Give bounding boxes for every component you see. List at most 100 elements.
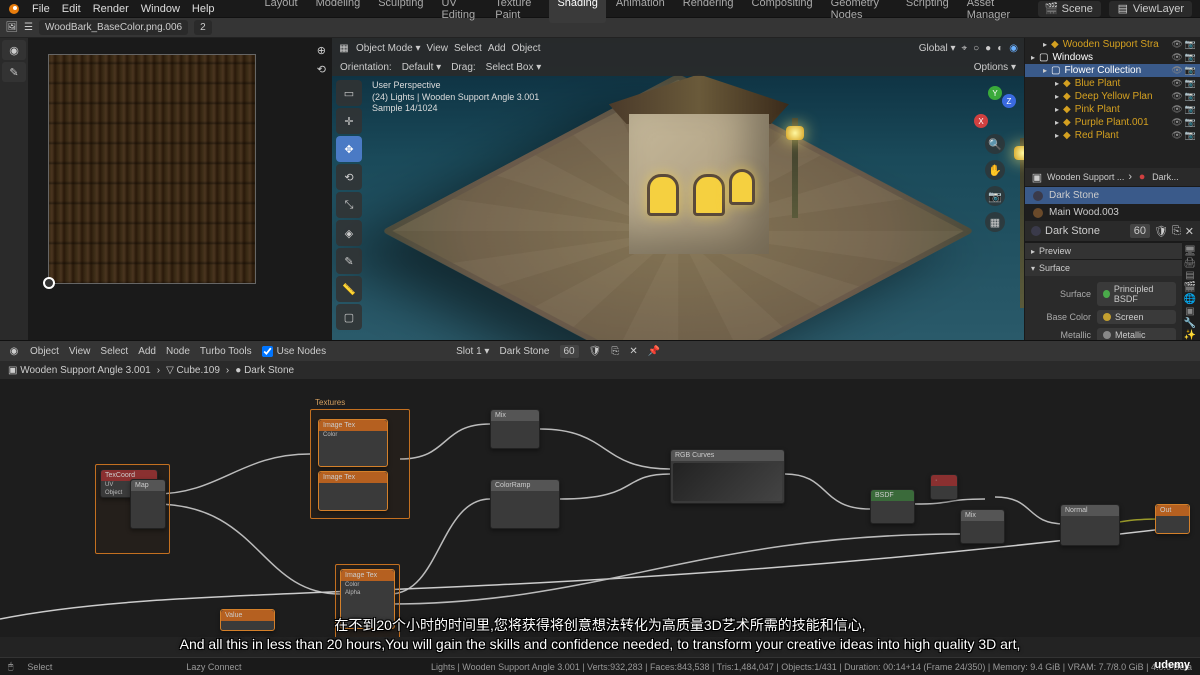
tool-transform[interactable]: ◈ xyxy=(336,220,362,246)
image-menu-toggle[interactable]: ☰ xyxy=(24,22,33,33)
tab-asset[interactable]: Asset Manager xyxy=(959,0,1026,23)
tool-measure[interactable]: 📏 xyxy=(336,276,362,302)
image-filename[interactable]: WoodBark_BaseColor.png.006 xyxy=(39,20,188,35)
node-mix-shader[interactable]: Mix xyxy=(960,509,1005,544)
outliner-row[interactable]: ▸▢Flower Collection👁📷 xyxy=(1025,64,1200,77)
shading-solid-icon[interactable]: ● xyxy=(985,43,991,54)
bc-mesh[interactable]: ▽ Cube.109 xyxy=(166,365,220,376)
render-icon[interactable]: 📷 xyxy=(1185,104,1196,115)
node-imgtex-3[interactable]: Image TexColorAlpha xyxy=(340,569,395,629)
eye-icon[interactable]: 👁 xyxy=(1171,91,1182,102)
material-select[interactable]: Dark Stone xyxy=(499,346,549,357)
material-slot[interactable]: Main Wood.003 xyxy=(1025,204,1200,221)
tool-sample[interactable]: ◉ xyxy=(2,40,26,60)
zoom-nav-icon[interactable]: 🔍 xyxy=(985,134,1005,154)
tool-move[interactable]: ✥ xyxy=(336,136,362,162)
render-icon[interactable]: 📷 xyxy=(1185,117,1196,128)
axis-z-icon[interactable]: Z xyxy=(1002,94,1016,108)
mat-users[interactable]: 60 xyxy=(560,345,579,358)
eye-icon[interactable]: 👁 xyxy=(1171,130,1182,141)
mode-dropdown[interactable]: Object Mode ▾ xyxy=(356,43,421,54)
tab-scripting[interactable]: Scripting xyxy=(898,0,957,23)
surface-shader[interactable]: Principled BSDF xyxy=(1097,282,1176,306)
menu-render[interactable]: Render xyxy=(93,3,129,15)
tab-layout[interactable]: Layout xyxy=(257,0,306,23)
bc-mat[interactable]: ● Dark Stone xyxy=(235,365,294,376)
node-output[interactable]: Out xyxy=(1155,504,1190,534)
shading-matprev-icon[interactable]: ◐ xyxy=(997,43,1003,54)
tool-annotate[interactable]: ✎ xyxy=(336,248,362,274)
menu-window[interactable]: Window xyxy=(141,3,180,15)
tab-world-icon[interactable]: 🌐 xyxy=(1182,294,1198,305)
tab-scene-icon[interactable]: 🎬 xyxy=(1182,282,1198,293)
outliner-row[interactable]: ▸◆Red Plant👁📷 xyxy=(1025,129,1200,142)
tab-animation[interactable]: Animation xyxy=(608,0,673,23)
ne-menu-turbo[interactable]: Turbo Tools xyxy=(200,346,252,357)
camera-nav-icon[interactable]: 📷 xyxy=(985,186,1005,206)
panel-surface[interactable]: Surface xyxy=(1025,259,1182,276)
node-reroute[interactable]: · xyxy=(930,474,958,500)
mat-copy-icon[interactable]: ⎘ xyxy=(611,346,619,357)
render-icon[interactable]: 📷 xyxy=(1185,65,1196,76)
node-mapping[interactable]: Map xyxy=(130,479,166,529)
shader-editor-icon[interactable]: ◉ xyxy=(8,345,20,357)
outliner-row[interactable]: ▸◆Deep Yellow Plan👁📷 xyxy=(1025,90,1200,103)
tab-texpaint[interactable]: Texture Paint xyxy=(487,0,547,23)
scene-field[interactable]: 🎬Scene xyxy=(1038,1,1101,17)
options-dropdown[interactable]: Options ▾ xyxy=(974,62,1016,73)
ne-menu-view[interactable]: View xyxy=(69,346,91,357)
texture-preview[interactable] xyxy=(48,54,256,284)
shield-icon[interactable]: 🛡 xyxy=(1154,225,1168,238)
menu-file[interactable]: File xyxy=(32,3,50,15)
pan-nav-icon[interactable]: ✋ xyxy=(985,160,1005,180)
panel-preview[interactable]: Preview xyxy=(1025,242,1182,259)
orient-dropdown[interactable]: Default ▾ xyxy=(402,62,442,73)
menu-edit[interactable]: Edit xyxy=(62,3,81,15)
tool-rotate[interactable]: ⟲ xyxy=(336,164,362,190)
node-canvas[interactable]: Textures TexCoordUVObject Map Image TexC… xyxy=(0,379,1200,637)
outliner-row[interactable]: ▸▢Windows👁📷 xyxy=(1025,51,1200,64)
editor-type-icon[interactable]: ▦ xyxy=(338,42,350,54)
node-bsdf[interactable]: BSDF xyxy=(870,489,915,524)
eye-icon[interactable]: 👁 xyxy=(1171,117,1182,128)
outliner-row[interactable]: ▸◆Pink Plant👁📷 xyxy=(1025,103,1200,116)
mat-del-icon[interactable]: ✕ xyxy=(629,346,637,357)
tab-render-icon[interactable]: 🖥 xyxy=(1182,246,1198,257)
tool-cursor[interactable]: ✛ xyxy=(336,108,362,134)
tool-select[interactable]: ▭ xyxy=(336,80,362,106)
vp-menu-view[interactable]: View xyxy=(427,43,449,54)
eye-icon[interactable]: 👁 xyxy=(1171,65,1182,76)
tab-particle-icon[interactable]: ✨ xyxy=(1182,330,1198,340)
tab-uv[interactable]: UV Editing xyxy=(433,0,485,23)
outliner-row[interactable]: ▸◆Wooden Support Stra👁📷 xyxy=(1025,38,1200,51)
render-icon[interactable]: 📷 xyxy=(1185,52,1196,63)
tab-modifier-icon[interactable]: 🔧 xyxy=(1182,318,1198,329)
prop-value[interactable]: Screen xyxy=(1097,310,1176,324)
nav-gizmo[interactable]: Y Z X xyxy=(974,86,1016,128)
reset-view-icon[interactable]: ⟲ xyxy=(317,63,326,76)
eye-icon[interactable]: 👁 xyxy=(1171,39,1182,50)
node-imgtex-1[interactable]: Image TexColor xyxy=(318,419,388,467)
viewport-panel[interactable]: ▦ Object Mode ▾ View Select Add Object G… xyxy=(332,38,1024,340)
tab-object-icon[interactable]: ▣ xyxy=(1182,306,1198,317)
tab-compositing[interactable]: Compositing xyxy=(744,0,821,23)
node-extra[interactable]: Value xyxy=(220,609,275,631)
render-icon[interactable]: 📷 xyxy=(1185,130,1196,141)
zoom-icon[interactable]: ⊕ xyxy=(317,44,326,57)
eye-icon[interactable]: 👁 xyxy=(1171,78,1182,89)
node-colorramp[interactable]: ColorRamp xyxy=(490,479,560,529)
tool-scale[interactable]: ⤡ xyxy=(336,192,362,218)
copy-icon[interactable]: ⎘ xyxy=(1172,225,1181,238)
ne-menu-node[interactable]: Node xyxy=(166,346,190,357)
shading-rendered-icon[interactable]: ◉ xyxy=(1009,43,1018,54)
tab-shading[interactable]: Shading xyxy=(549,0,605,23)
node-normalmap[interactable]: Normal xyxy=(1060,504,1120,546)
tool-annotate[interactable]: ✎ xyxy=(2,62,26,82)
ne-menu-select[interactable]: Select xyxy=(100,346,128,357)
persp-nav-icon[interactable]: ▦ xyxy=(985,212,1005,232)
tab-output-icon[interactable]: 🖨 xyxy=(1182,258,1198,269)
snap-toggle[interactable]: ⌖ xyxy=(961,43,967,54)
render-icon[interactable]: 📷 xyxy=(1185,39,1196,50)
shading-wireframe-icon[interactable]: ○ xyxy=(973,43,979,54)
render-icon[interactable]: 📷 xyxy=(1185,91,1196,102)
